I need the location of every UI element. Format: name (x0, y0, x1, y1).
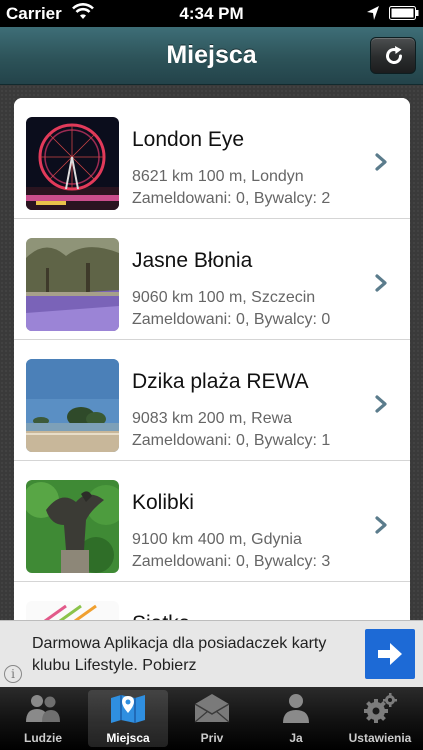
place-distance: 9100 km 400 m, Gdynia (132, 531, 302, 548)
places-list[interactable]: London Eye 8621 km 100 m, Londyn Zameldo… (14, 98, 410, 620)
place-thumbnail (26, 117, 119, 210)
gears-icon (364, 693, 397, 723)
tab-ja[interactable]: Ja (256, 687, 336, 750)
navigation-bar: Miejsca (0, 27, 423, 85)
place-distance: 9083 km 200 m, Rewa (132, 410, 293, 427)
ad-info-icon[interactable]: i (4, 665, 22, 683)
arrow-right-icon (378, 643, 402, 665)
status-bar: Carrier 4:34 PM (0, 0, 423, 27)
tab-label: Ja (289, 731, 303, 745)
page-title: Miejsca (166, 41, 257, 69)
place-name: Kolibki (132, 491, 194, 514)
list-item[interactable]: London Eye 8621 km 100 m, Londyn Zameldo… (14, 98, 410, 219)
place-stats: Zameldowani: 0, Bywalcy: 1 (132, 432, 331, 449)
place-stats: Zameldowani: 0, Bywalcy: 0 (132, 311, 331, 328)
refresh-button[interactable] (370, 37, 416, 74)
tab-ludzie[interactable]: Ludzie (3, 687, 83, 750)
place-distance: 9060 km 100 m, Szczecin (132, 289, 316, 306)
place-stats: Zameldowani: 0, Bywalcy: 2 (132, 190, 331, 207)
place-name: Dzika plaża REWA (132, 370, 309, 393)
tab-miejsca[interactable]: Miejsca (88, 690, 168, 747)
tab-priv[interactable]: Priv (172, 687, 252, 750)
chevron-right-icon (375, 395, 387, 413)
tab-bar: Ludzie Miejsca Priv Ja Ustawienia (0, 687, 423, 750)
ad-banner[interactable]: Darmowa Aplikacja dla posiadaczek karty … (0, 620, 423, 687)
place-thumbnail (26, 359, 119, 452)
refresh-icon (386, 46, 402, 64)
place-name: Siatka (132, 612, 190, 620)
map-icon (111, 695, 145, 723)
place-thumbnail (26, 601, 119, 620)
tab-label: Miejsca (106, 731, 150, 745)
tab-label: Priv (200, 731, 224, 745)
place-thumbnail (26, 480, 119, 573)
places-list-container[interactable]: London Eye 8621 km 100 m, Londyn Zameldo… (0, 85, 423, 620)
list-item[interactable]: Siatka (14, 582, 410, 620)
envelope-icon (194, 694, 230, 723)
place-stats: Zameldowani: 0, Bywalcy: 3 (132, 553, 331, 570)
chevron-right-icon (375, 153, 387, 171)
person-icon (283, 694, 309, 723)
battery-icon (389, 6, 419, 20)
list-item[interactable]: Kolibki 9100 km 400 m, Gdynia Zameldowan… (14, 461, 410, 582)
ad-open-button[interactable] (365, 629, 415, 679)
tab-label: Ustawienia (348, 731, 412, 745)
place-name: Jasne Błonia (132, 249, 253, 272)
place-thumbnail (26, 238, 119, 331)
chevron-right-icon (375, 516, 387, 534)
list-item[interactable]: Dzika plaża REWA 9083 km 200 m, Rewa Zam… (14, 340, 410, 461)
tab-label: Ludzie (24, 731, 62, 745)
people-icon (26, 695, 60, 722)
clock: 4:34 PM (179, 4, 244, 23)
chevron-right-icon (375, 274, 387, 292)
list-item[interactable]: Jasne Błonia 9060 km 100 m, Szczecin Zam… (14, 219, 410, 340)
tab-ustawienia[interactable]: Ustawienia (340, 687, 420, 750)
place-name: London Eye (132, 128, 245, 151)
place-distance: 8621 km 100 m, Londyn (132, 168, 304, 185)
ad-text: Darmowa Aplikacja dla posiadaczek karty … (32, 635, 327, 674)
location-arrow-icon (367, 6, 379, 20)
